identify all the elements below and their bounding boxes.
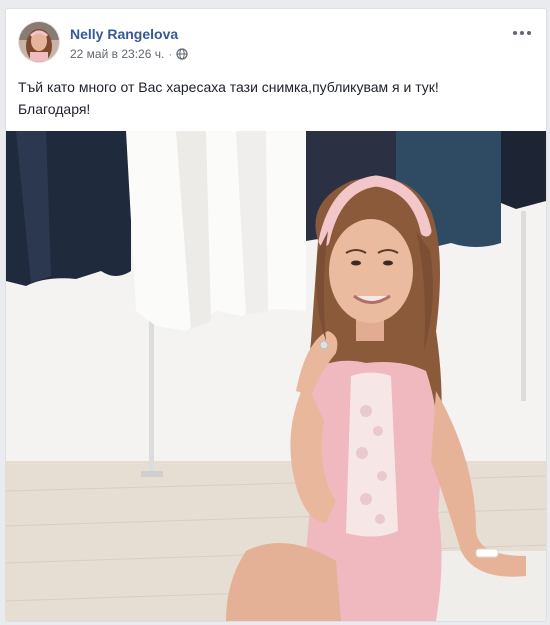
avatar-portrait — [19, 22, 59, 62]
globe-icon[interactable] — [176, 48, 188, 60]
more-dot-icon — [520, 31, 524, 35]
boutique-photo — [6, 131, 546, 621]
post-text-line: Благодаря! — [18, 101, 91, 117]
author-name[interactable]: Nelly Rangelova — [70, 26, 178, 42]
post-text: Тъй като много от Вас харесаха тази сним… — [18, 76, 528, 120]
post-photo[interactable] — [6, 131, 546, 621]
post-meta: 22 май в 23:26 ч. · — [70, 47, 188, 61]
author-avatar[interactable] — [19, 22, 59, 62]
post-timestamp[interactable]: 22 май в 23:26 ч. — [70, 47, 164, 61]
post-text-line: Тъй като много от Вас харесаха тази сним… — [18, 79, 439, 95]
meta-separator: · — [168, 47, 173, 61]
more-dot-icon — [513, 31, 517, 35]
more-options-button[interactable] — [510, 25, 534, 41]
more-dot-icon — [527, 31, 531, 35]
post-header: Nelly Rangelova 22 май в 23:26 ч. · — [6, 9, 546, 62]
post-card: Nelly Rangelova 22 май в 23:26 ч. · Тъй … — [5, 8, 547, 622]
